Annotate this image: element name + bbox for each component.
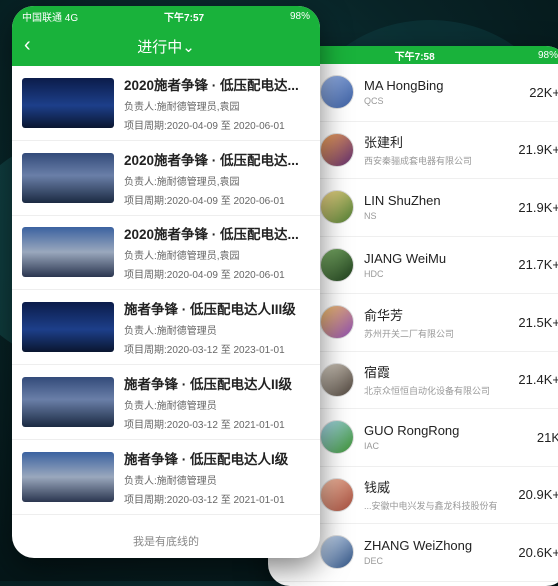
- avatar: [320, 75, 354, 110]
- ranking-value: 21K: [536, 429, 558, 445]
- project-text: 2020施者争锋 · 低压配电达... 负责人:施耐德管理员,袁园 项目周期:2…: [124, 149, 310, 207]
- ranking-name: MA HongBing: [364, 78, 444, 94]
- project-period: 项目周期:2020-03-12 至 2023-01-01: [124, 345, 285, 357]
- project-list: 2020施者争锋 · 低压配电达... 负责人:施耐德管理员,袁园 项目周期:2…: [12, 66, 320, 515]
- avatar: [320, 362, 354, 397]
- ranking-name: 宿霞: [364, 365, 391, 381]
- project-owner: 负责人:施耐德管理员,袁园: [124, 176, 240, 188]
- project-text: 施者争锋 · 低压配电达人II级 负责人:施耐德管理员 项目周期:2020-03…: [124, 373, 310, 431]
- list-item[interactable]: 施者争锋 · 低压配电达人I级 负责人:施耐德管理员 项目周期:2020-03-…: [12, 440, 320, 515]
- list-item[interactable]: 施者争锋 · 低压配电达人II级 负责人:施耐德管理员 项目周期:2020-03…: [12, 365, 320, 440]
- ranking-value: 21.4K+: [518, 372, 558, 388]
- list-item[interactable]: 2020施者争锋 · 低压配电达... 负责人:施耐德管理员,袁园 项目周期:2…: [12, 216, 320, 291]
- ranking-company: 北京众恒恒自动化设备有限公司: [364, 386, 491, 397]
- ranking-text: MA HongBing QCS: [364, 78, 525, 106]
- project-period: 项目周期:2020-04-09 至 2020-06-01: [124, 195, 285, 207]
- project-title: 2020施者争锋 · 低压配电达...: [124, 77, 299, 93]
- ranking-company: IAC: [364, 441, 380, 452]
- ranking-name: 俞华芳: [364, 307, 404, 323]
- project-text: 施者争锋 · 低压配电达人III级 负责人:施耐德管理员 项目周期:2020-0…: [124, 298, 310, 356]
- battery-text: 98%: [537, 49, 558, 61]
- carrier-text: 中国联通 4G: [22, 12, 79, 24]
- clock-text: 下午7:57: [164, 12, 205, 24]
- ranking-value: 21.9K+: [518, 199, 558, 215]
- project-title: 施者争锋 · 低压配电达人III级: [124, 302, 296, 318]
- project-text: 施者争锋 · 低压配电达人I级 负责人:施耐德管理员 项目周期:2020-03-…: [124, 448, 310, 506]
- ranking-text: 钱威 ...安徽中电兴发与鑫龙科技股份有: [364, 477, 514, 512]
- project-title: 施者争锋 · 低压配电达人II级: [124, 377, 292, 393]
- avatar: [320, 535, 354, 570]
- project-owner: 负责人:施耐德管理员: [124, 475, 217, 487]
- project-thumbnail: [22, 451, 114, 502]
- list-item[interactable]: 2020施者争锋 · 低压配电达... 负责人:施耐德管理员,袁园 项目周期:2…: [12, 141, 320, 216]
- ranking-name: JIANG WeiMu: [364, 250, 447, 266]
- ranking-text: ZHANG WeiZhong DEC: [364, 538, 514, 566]
- project-title: 2020施者争锋 · 低压配电达...: [124, 152, 299, 168]
- ranking-company: NS: [364, 211, 377, 222]
- ranking-name: ZHANG WeiZhong: [364, 538, 473, 554]
- project-period: 项目周期:2020-03-12 至 2021-01-01: [124, 420, 285, 432]
- ranking-text: 俞华芳 苏州开关二厂有限公司: [364, 305, 514, 340]
- project-period: 项目周期:2020-04-09 至 2020-06-01: [124, 120, 285, 132]
- avatar: [320, 190, 354, 225]
- project-period: 项目周期:2020-04-09 至 2020-06-01: [124, 270, 285, 282]
- project-thumbnail: [22, 77, 114, 128]
- projects-phone: 中国联通 4G 下午7:57 98% ‹ 进行中⌄ 2020施者争锋 · 低压配…: [12, 6, 320, 558]
- project-thumbnail: [22, 227, 114, 278]
- ranking-company: 西安秦骊成套电器有限公司: [364, 156, 473, 167]
- avatar: [320, 305, 354, 340]
- ranking-text: 张建利 西安秦骊成套电器有限公司: [364, 132, 514, 167]
- ranking-name: LIN ShuZhen: [364, 193, 441, 209]
- status-bar: 中国联通 4G 下午7:57 98%: [12, 6, 320, 26]
- project-text: 2020施者争锋 · 低压配电达... 负责人:施耐德管理员,袁园 项目周期:2…: [124, 223, 310, 281]
- list-item[interactable]: 施者争锋 · 低压配电达人III级 负责人:施耐德管理员 项目周期:2020-0…: [12, 290, 320, 366]
- ranking-text: JIANG WeiMu HDC: [364, 251, 514, 279]
- ranking-value: 20.9K+: [518, 487, 558, 503]
- ranking-text: GUO RongRong IAC: [364, 423, 533, 451]
- project-text: 2020施者争锋 · 低压配电达... 负责人:施耐德管理员,袁园 项目周期:2…: [124, 74, 310, 132]
- page-title[interactable]: 进行中⌄: [12, 36, 320, 57]
- ranking-company: 苏州开关二厂有限公司: [364, 328, 455, 339]
- project-thumbnail: [22, 302, 114, 353]
- list-end-text: 我是有底线的: [133, 535, 199, 548]
- ranking-value: 20.6K+: [518, 544, 558, 560]
- project-period: 项目周期:2020-03-12 至 2021-01-01: [124, 494, 285, 506]
- project-title: 2020施者争锋 · 低压配电达...: [124, 227, 299, 243]
- ranking-value: 21.9K+: [518, 142, 558, 158]
- list-item[interactable]: 2020施者争锋 · 低压配电达... 负责人:施耐德管理员,袁园 项目周期:2…: [12, 66, 320, 141]
- avatar: [320, 247, 354, 282]
- ranking-value: 21.7K+: [518, 257, 558, 273]
- nav-bar: ‹ 进行中⌄: [12, 26, 320, 66]
- ranking-company: DEC: [364, 556, 384, 567]
- chevron-left-icon[interactable]: ‹: [24, 34, 31, 57]
- ranking-value: 21.5K+: [518, 314, 558, 330]
- avatar: [320, 132, 354, 167]
- project-owner: 负责人:施耐德管理员,袁园: [124, 101, 240, 113]
- avatar: [320, 477, 354, 512]
- ranking-company: ...安徽中电兴发与鑫龙科技股份有: [364, 501, 498, 512]
- ranking-text: LIN ShuZhen NS: [364, 193, 514, 221]
- project-owner: 负责人:施耐德管理员,袁园: [124, 251, 240, 263]
- ranking-company: QCS: [364, 96, 384, 107]
- clock-text: 下午7:58: [394, 51, 435, 63]
- ranking-name: 钱威: [364, 480, 391, 496]
- ranking-value: 22K+: [529, 84, 558, 100]
- project-owner: 负责人:施耐德管理员: [124, 401, 217, 413]
- project-thumbnail: [22, 377, 114, 428]
- avatar: [320, 420, 354, 455]
- ranking-text: 宿霞 北京众恒恒自动化设备有限公司: [364, 362, 514, 397]
- battery-text: 98%: [289, 10, 310, 22]
- project-owner: 负责人:施耐德管理员: [124, 326, 217, 338]
- project-thumbnail: [22, 152, 114, 203]
- ranking-company: HDC: [364, 268, 384, 279]
- ranking-name: 张建利: [364, 135, 404, 151]
- ranking-name: GUO RongRong: [364, 423, 460, 439]
- project-title: 施者争锋 · 低压配电达人I级: [124, 451, 289, 467]
